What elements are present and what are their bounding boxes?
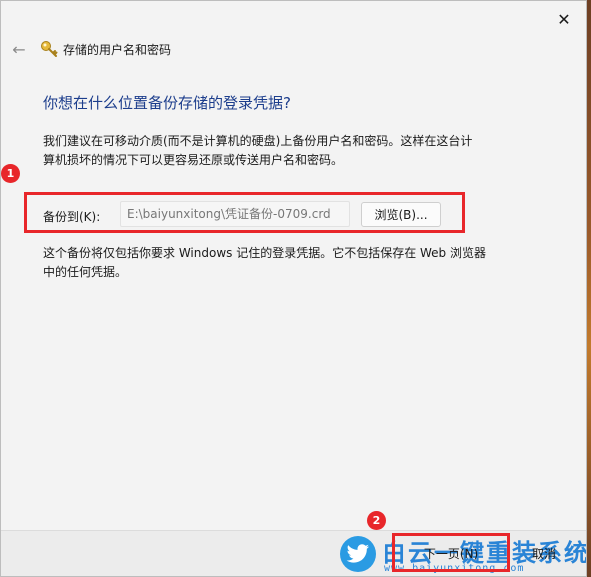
backup-to-label: 备份到(K): [43, 210, 101, 224]
page-heading: 你想在什么位置备份存储的登录凭据? [43, 94, 291, 112]
close-button[interactable]: ✕ [550, 7, 578, 31]
twitter-bird-icon [340, 536, 376, 572]
key-icon [41, 41, 58, 57]
back-button[interactable]: ← [9, 39, 29, 59]
browse-button[interactable]: 浏览(B)... [361, 202, 441, 227]
backup-path-field[interactable]: E:\baiyunxitong\凭证备份-0709.crd [120, 201, 350, 227]
title-bar: ← 存储的用户名和密码 [1, 35, 586, 63]
window-title: 存储的用户名和密码 [63, 43, 172, 57]
close-icon: ✕ [557, 9, 571, 29]
credential-backup-dialog: ✕ ← 存储的用户名和密码 你想在什么位置备份存储的登录凭据? 我们建议在可移动… [0, 0, 587, 577]
back-arrow-icon: ← [12, 39, 26, 59]
annotation-step-1: 1 [1, 164, 20, 183]
note-text: 这个备份将仅包括你要求 Windows 记住的登录凭据。它不包括保存在 Web … [43, 246, 486, 279]
annotation-highlight-box-2 [392, 533, 510, 572]
annotation-step-2: 2 [367, 511, 386, 530]
description-text: 我们建议在可移动介质(而不是计算机的硬盘)上备份用户名和密码。这样在这台计算机损… [43, 134, 473, 167]
cancel-button[interactable]: 取消 [508, 539, 580, 567]
